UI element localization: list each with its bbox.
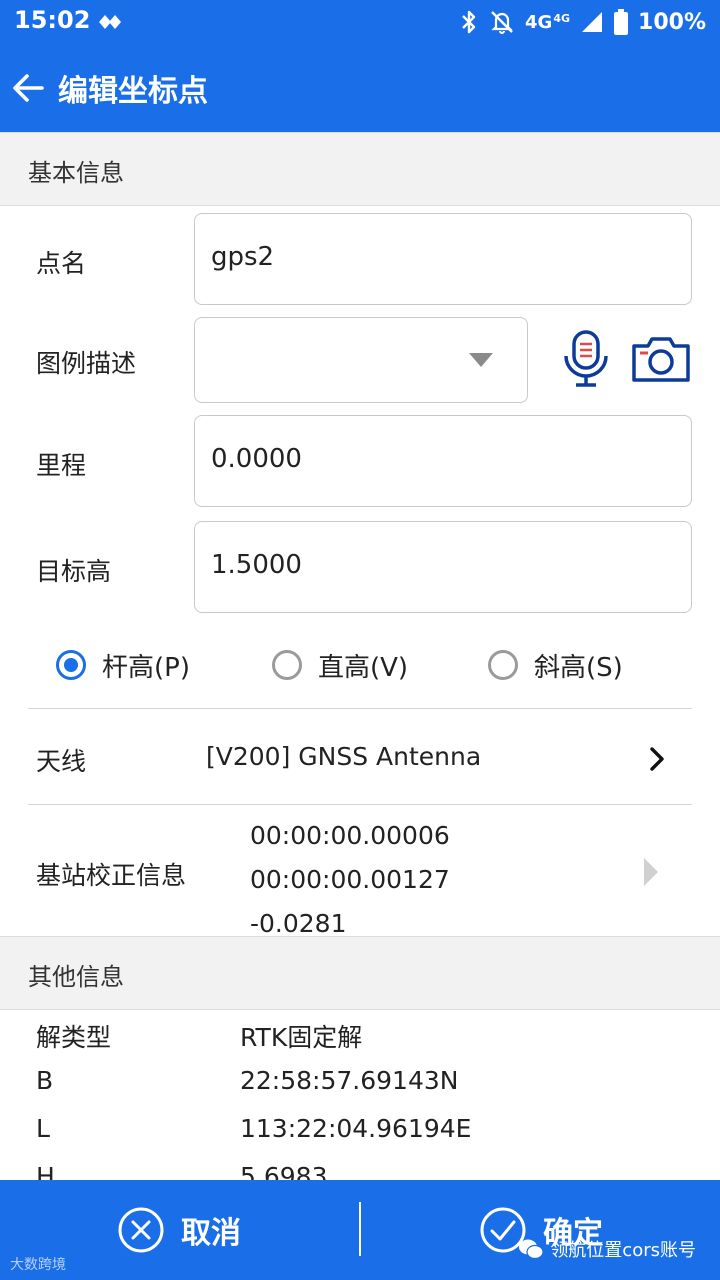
list-item: B 22:58:57.69143N	[0, 1058, 720, 1106]
battery-percent: 100%	[638, 9, 706, 35]
info-key: B	[36, 1066, 54, 1095]
notifications-off-icon	[491, 11, 513, 34]
base-correction-line: 00:00:00.00006	[250, 821, 450, 850]
radio-label: 杆高(P)	[102, 652, 190, 683]
app-bar: 编辑坐标点	[0, 44, 720, 132]
network-type-small: 4G	[553, 11, 571, 25]
status-right: 4G 4G 100%	[459, 6, 706, 38]
divider	[28, 708, 692, 709]
mileage-input[interactable]: 0.0000	[194, 415, 692, 507]
network-type: 4G	[525, 11, 553, 33]
cancel-circle-icon	[118, 1207, 164, 1253]
list-item: L 113:22:04.96194E	[0, 1106, 720, 1154]
info-key: 解类型	[36, 1023, 112, 1052]
base-correction-values: 00:00:00.00006 00:00:00.00127 -0.0281	[250, 814, 450, 946]
button-divider	[359, 1202, 361, 1256]
radio-pole-height[interactable]: 杆高(P)	[56, 640, 190, 690]
network-indicator: 4G 4G	[525, 12, 570, 33]
antenna-label: 天线	[36, 747, 87, 776]
point-name-label: 点名	[36, 249, 87, 278]
info-value: RTK固定解	[240, 1023, 363, 1052]
info-value: 5.6983	[240, 1162, 328, 1180]
dropdown-caret-icon	[469, 353, 493, 367]
camera-icon[interactable]	[632, 336, 690, 382]
target-height-input[interactable]: 1.5000	[194, 521, 692, 613]
battery-icon	[614, 9, 629, 35]
diamond-arrows-icon	[99, 15, 121, 29]
section-other-info: 其他信息	[0, 936, 720, 1010]
base-correction-row: 基站校正信息 00:00:00.00006 00:00:00.00127 -0.…	[0, 806, 720, 938]
wechat-icon	[519, 1239, 544, 1260]
target-height-value: 1.5000	[211, 550, 302, 580]
microphone-icon[interactable]	[560, 330, 612, 388]
height-mode-group: 杆高(P) 直高(V) 斜高(S)	[0, 640, 720, 690]
chevron-right-icon	[650, 747, 664, 771]
page-title: 编辑坐标点	[58, 74, 208, 109]
bluetooth-icon	[462, 10, 476, 34]
info-value: 113:22:04.96194E	[240, 1114, 472, 1143]
mileage-label: 里程	[36, 451, 87, 480]
radio-unselected-icon	[272, 650, 302, 680]
info-value: 22:58:57.69143N	[240, 1066, 459, 1095]
watermark-right: 领航位置cors账号	[518, 1236, 696, 1262]
radio-slant-height[interactable]: 斜高(S)	[488, 640, 623, 690]
info-key: H	[36, 1162, 55, 1180]
radio-label: 斜高(S)	[534, 652, 623, 683]
target-height-label: 目标高	[36, 557, 112, 586]
status-bar: 15:02 4G 4G 100%	[0, 0, 720, 44]
other-info-list[interactable]: 解类型 RTK固定解 B 22:58:57.69143N L 113:22:04…	[0, 1010, 720, 1180]
section-title: 基本信息	[28, 159, 124, 187]
watermark-left: 大数跨境	[10, 1257, 66, 1273]
radio-vertical-height[interactable]: 直高(V)	[272, 640, 408, 690]
radio-selected-icon	[56, 650, 86, 680]
list-item: 解类型 RTK固定解	[0, 1010, 720, 1058]
bottom-action-bar: 取消 确定	[0, 1180, 720, 1280]
section-title: 其他信息	[28, 963, 124, 991]
section-basic-info: 基本信息	[0, 132, 720, 206]
mileage-value: 0.0000	[211, 444, 302, 474]
radio-label: 直高(V)	[318, 652, 409, 683]
radio-unselected-icon	[488, 650, 518, 680]
cancel-label: 取消	[181, 1216, 241, 1251]
watermark-text: 领航位置cors账号	[550, 1240, 696, 1261]
signal-icon	[582, 12, 603, 32]
antenna-value: [V200] GNSS Antenna	[206, 742, 482, 771]
confirm-button[interactable]: 确定	[362, 1180, 720, 1280]
divider	[28, 804, 692, 805]
disabled-arrow-icon	[644, 858, 658, 886]
antenna-row[interactable]: 天线 [V200] GNSS Antenna	[0, 710, 720, 804]
status-time: 15:02	[14, 6, 91, 34]
legend-label: 图例描述	[36, 349, 137, 378]
list-item: H 5.6983	[0, 1154, 720, 1180]
info-key: L	[36, 1114, 50, 1143]
point-name-value: gps2	[211, 242, 275, 272]
base-correction-label: 基站校正信息	[36, 861, 187, 890]
point-name-input[interactable]: gps2	[194, 213, 692, 305]
base-correction-line: 00:00:00.00127	[250, 865, 450, 894]
back-arrow-icon[interactable]	[10, 70, 46, 106]
legend-dropdown[interactable]	[194, 317, 528, 403]
